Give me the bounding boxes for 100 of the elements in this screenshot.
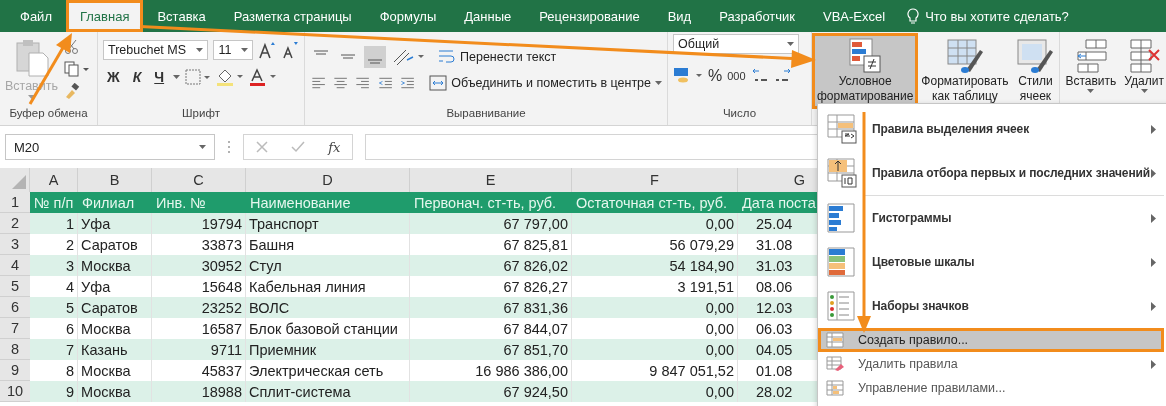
- caret-icon: [28, 95, 35, 99]
- table-cell: 0,00: [572, 297, 738, 318]
- row-header[interactable]: 3: [0, 234, 30, 255]
- clipboard-icon: [14, 39, 49, 77]
- submenu-arrow-icon: [1151, 213, 1156, 223]
- ribbon-tab[interactable]: Рецензирование: [525, 0, 654, 32]
- ribbon-tab[interactable]: Разработчик: [705, 0, 809, 32]
- group-label: Шрифт: [181, 107, 221, 121]
- table-cell: 5: [30, 297, 78, 318]
- table-cell: 54 184,90: [572, 255, 738, 276]
- percent-button[interactable]: %: [708, 67, 723, 85]
- ribbon-tab[interactable]: Вставка: [143, 0, 220, 32]
- row-header[interactable]: 1: [0, 192, 30, 213]
- eraser-grid-icon: [826, 356, 844, 372]
- styles-button[interactable]: Условное форматирование: [814, 35, 917, 107]
- thousands-separator-button[interactable]: 000: [727, 70, 746, 82]
- table-cell: 67 797,00: [410, 213, 572, 234]
- merge-cells-icon: [429, 75, 448, 91]
- row-header[interactable]: 7: [0, 318, 30, 339]
- caret-icon: [1140, 89, 1148, 93]
- table-cell: 7: [30, 339, 78, 360]
- table-header-cell-text: № п/п: [33, 193, 75, 213]
- caret-icon[interactable]: [173, 75, 181, 79]
- table-cell: 9711: [152, 339, 246, 360]
- table-header-cell-text: Наименование: [249, 193, 352, 213]
- submenu-arrow-icon: [1151, 359, 1156, 369]
- table-cell: 18988: [152, 381, 246, 402]
- text-orientation-icon[interactable]: [391, 47, 425, 67]
- table-cell: Транспорт: [246, 213, 410, 234]
- row-header[interactable]: 9: [0, 360, 30, 381]
- close-icon[interactable]: [255, 141, 268, 153]
- table-cell: Стул: [246, 255, 410, 276]
- row-header[interactable]: 4: [0, 255, 30, 276]
- ribbon-tab[interactable]: Разметка страницы: [219, 0, 366, 32]
- ribbon-tab[interactable]: Данные: [450, 0, 526, 32]
- styles-button[interactable]: Форматировать как таблицу: [918, 35, 1012, 107]
- vertical-align-icon[interactable]: [364, 46, 386, 68]
- font-size-select[interactable]: 11: [213, 40, 254, 60]
- table-cell: 0,00: [572, 381, 738, 402]
- submenu-arrow-icon: [1151, 257, 1156, 267]
- cells-button[interactable]: Удалит: [1121, 35, 1166, 107]
- table-cell: 1: [30, 213, 78, 234]
- copy-icon[interactable]: [64, 61, 90, 77]
- font-color-icon[interactable]: [249, 68, 278, 86]
- table-header-cell-text: Дата поста: [741, 193, 817, 213]
- row-header[interactable]: 10: [0, 381, 30, 402]
- font-family-select[interactable]: Trebuchet MS: [103, 40, 209, 60]
- submenu-arrow-icon: [1151, 301, 1156, 311]
- checkmark-icon[interactable]: [290, 141, 305, 153]
- font-style-button[interactable]: Ч: [150, 69, 169, 85]
- font-style-button[interactable]: Ж: [103, 69, 124, 85]
- wrap-text-button[interactable]: Перенести текст: [438, 49, 557, 65]
- ribbon-tab[interactable]: Вид: [653, 0, 706, 32]
- row-header[interactable]: 6: [0, 297, 30, 318]
- ribbon-tab[interactable]: Формулы: [365, 0, 451, 32]
- name-box[interactable]: M20: [5, 134, 215, 160]
- number-format-select[interactable]: Общий: [673, 34, 799, 54]
- table-cell: ВОЛС: [246, 297, 410, 318]
- merge-center-button[interactable]: Объединить и поместить в центре: [429, 75, 662, 91]
- scissors-icon[interactable]: [64, 39, 80, 55]
- row-header[interactable]: 5: [0, 276, 30, 297]
- font-style-button[interactable]: К: [128, 69, 146, 85]
- tell-me-search[interactable]: Что вы хотите сделать?: [907, 0, 1069, 32]
- table-cell: 23252: [152, 297, 246, 318]
- insert-function-button[interactable]: fx: [328, 139, 341, 155]
- fill-color-icon[interactable]: [216, 68, 245, 86]
- table-cell: Уфа: [78, 213, 152, 234]
- cell-brush-icon: [1016, 38, 1055, 74]
- lightbulb-icon: [907, 8, 920, 24]
- ribbon-tab[interactable]: Файл: [6, 0, 66, 32]
- delete-cells-icon: [1127, 38, 1162, 74]
- table-cell: 3: [30, 255, 78, 276]
- caret-icon: [241, 48, 249, 52]
- caret-icon: [787, 42, 794, 46]
- shrink-font-icon[interactable]: [281, 41, 299, 59]
- caret-icon: [199, 145, 206, 149]
- manage-rules-icon: [826, 380, 844, 396]
- ribbon-tab[interactable]: Главная: [65, 0, 144, 32]
- table-header-cell-text: Инв. №: [155, 193, 207, 213]
- brush-icon[interactable]: [64, 83, 80, 99]
- table-cell: 67 924,50: [410, 381, 572, 402]
- table-header-cell-text: Остаточная ст-ть, руб.: [575, 193, 729, 213]
- table-cell: 0,00: [572, 339, 738, 360]
- menu-item[interactable]: Правила выделения ячеек: [818, 107, 1164, 151]
- grow-font-icon[interactable]: [258, 41, 277, 59]
- ribbon-tab[interactable]: VBA-Excel: [809, 0, 900, 32]
- new-rule-icon: [826, 332, 844, 348]
- table-cell: Москва: [78, 255, 152, 276]
- drag-handle-icon[interactable]: [227, 140, 231, 154]
- styles-button[interactable]: Стили ячеек: [1013, 35, 1058, 107]
- data-bars-icon: [826, 202, 858, 234]
- row-header[interactable]: 2: [0, 213, 30, 234]
- table-cell: 19794: [152, 213, 246, 234]
- menu-item[interactable]: Создать правило...: [818, 328, 1164, 352]
- row-header[interactable]: 8: [0, 339, 30, 360]
- submenu-arrow-icon: [1151, 168, 1156, 178]
- cells-button[interactable]: Вставить: [1062, 35, 1120, 107]
- table-cell: 67 826,02: [410, 255, 572, 276]
- table-header-cell-text: Филиал: [81, 193, 136, 213]
- caret-icon: [655, 81, 662, 85]
